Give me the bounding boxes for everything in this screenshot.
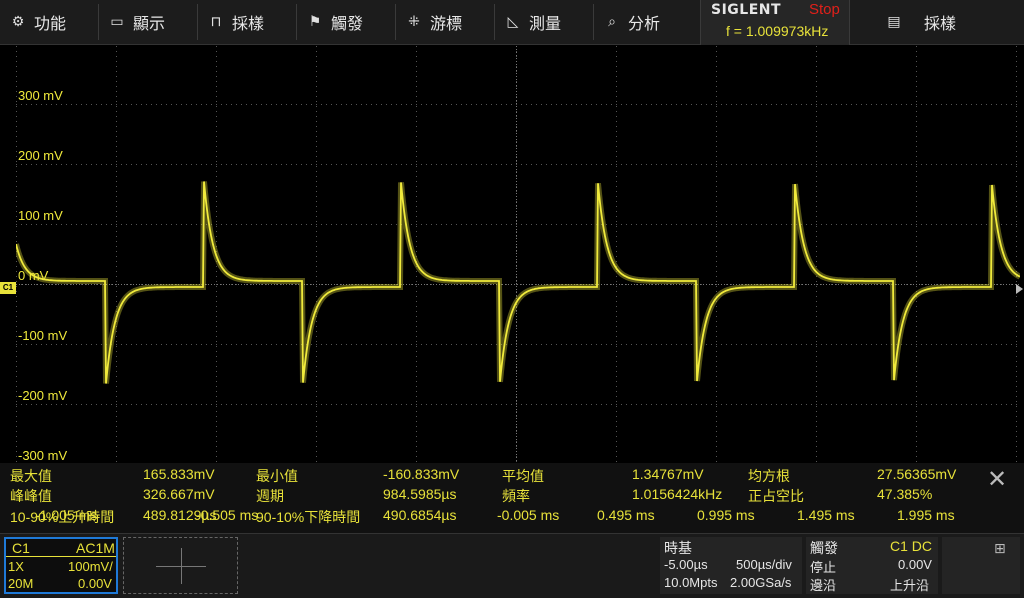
menu-display[interactable]: ▭ 顯示 bbox=[98, 0, 196, 44]
trigger-level-marker[interactable] bbox=[1016, 284, 1023, 294]
voltage-label: 0 mV bbox=[18, 268, 49, 283]
time-tick-label: 0.495 ms bbox=[597, 507, 655, 523]
channel1-offset: 0.00V bbox=[78, 576, 112, 591]
time-tick-label: 0.995 ms bbox=[697, 507, 755, 523]
measure-icon: ◺ bbox=[507, 14, 519, 30]
meas-value: 1.34767mV bbox=[632, 466, 704, 482]
menu-acquire-right[interactable]: ▤ 採樣 bbox=[878, 0, 1018, 44]
meas-label: 均方根 bbox=[748, 468, 790, 484]
time-tick-label: -0.005 ms bbox=[497, 507, 560, 523]
trigger-source: C1 DC bbox=[890, 538, 933, 554]
add-channel-slot[interactable] bbox=[123, 537, 238, 594]
run-state-indicator[interactable]: Stop bbox=[809, 1, 840, 18]
display-icon: ▭ bbox=[110, 14, 124, 30]
trigger-flag-icon: ⚑ bbox=[308, 14, 322, 30]
menu-measure-label: 測量 bbox=[529, 14, 562, 33]
menu-utility[interactable]: ⚙ 功能 bbox=[2, 0, 97, 44]
waveform-band bbox=[16, 181, 1020, 384]
meas-value: 27.56365mV bbox=[877, 466, 957, 482]
menu-utility-label: 功能 bbox=[34, 14, 67, 33]
channel1-probe: 1X bbox=[8, 559, 24, 574]
time-tick-label: -1.005 ms bbox=[35, 507, 98, 523]
menu-analyze[interactable]: ⌕ 分析 bbox=[593, 0, 696, 44]
channel1-offset-marker[interactable]: C1 bbox=[0, 282, 16, 294]
meas-label: 正占空比 bbox=[748, 488, 804, 504]
menu-measure[interactable]: ◺ 測量 bbox=[494, 0, 592, 44]
menu-cursors-label: 游標 bbox=[430, 14, 463, 33]
channel1-name: C1 bbox=[12, 540, 30, 556]
brand-logo: SIGLENT bbox=[711, 2, 782, 18]
brand-panel: SIGLENT Stop f = 1.009973kHz bbox=[700, 0, 850, 45]
timebase-scale: 500µs/div bbox=[736, 557, 792, 572]
time-tick-label: -0.505 ms bbox=[196, 507, 259, 523]
meas-label: 平均值 bbox=[502, 468, 544, 484]
meas-value: -160.833mV bbox=[383, 466, 460, 482]
menu-trigger-label: 觸發 bbox=[331, 14, 364, 33]
analyze-icon: ⌕ bbox=[608, 14, 616, 30]
time-tick-label: 1.995 ms bbox=[897, 507, 955, 523]
trigger-panel[interactable]: 觸發 C1 DC 停止 0.00V 邊沿 上升沿 bbox=[806, 537, 938, 594]
voltage-label: -100 mV bbox=[18, 328, 68, 343]
graticule bbox=[16, 46, 1020, 469]
network-icon: ⊞ bbox=[994, 541, 1006, 557]
trigger-state: 停止 bbox=[810, 560, 837, 575]
channel1-coupling: AC1M bbox=[76, 540, 115, 556]
menu-acquire[interactable]: ⊓ 採樣 bbox=[197, 0, 295, 44]
meas-value: 326.667mV bbox=[143, 486, 215, 502]
meas-value: 47.385% bbox=[877, 486, 933, 502]
waveform-display: 300 mV 200 mV 100 mV 0 mV -100 mV -200 m… bbox=[16, 46, 1020, 469]
meas-value: 984.5985µs bbox=[383, 486, 457, 502]
trigger-level: 0.00V bbox=[898, 557, 932, 572]
meas-label: 峰峰值 bbox=[10, 488, 52, 504]
crosshair-icon bbox=[156, 548, 206, 584]
timebase-panel[interactable]: 時基 -5.00µs 500µs/div 10.0Mpts 2.00GSa/s bbox=[660, 537, 802, 594]
trigger-title: 觸發 bbox=[810, 540, 838, 556]
meas-value: 1.0156424kHz bbox=[632, 486, 723, 502]
channel1-scale: 100mV/ bbox=[68, 559, 113, 574]
menu-acquire-right-label: 採樣 bbox=[924, 14, 957, 33]
voltage-label: -300 mV bbox=[18, 448, 68, 463]
gear-icon: ⚙ bbox=[11, 14, 25, 30]
menu-analyze-label: 分析 bbox=[628, 14, 661, 33]
meas-label: 週期 bbox=[256, 488, 284, 504]
network-panel[interactable] bbox=[942, 537, 1020, 594]
voltage-label: 200 mV bbox=[18, 148, 63, 163]
timebase-memory: 10.0Mpts bbox=[664, 575, 718, 590]
channel1-bandwidth: 20M bbox=[8, 576, 34, 591]
acquire-icon: ⊓ bbox=[210, 14, 222, 30]
voltage-label: 100 mV bbox=[18, 208, 63, 223]
timebase-title: 時基 bbox=[664, 540, 692, 556]
cursor-icon: ⁜ bbox=[408, 14, 420, 30]
list-icon: ▤ bbox=[887, 14, 901, 30]
voltage-label: 300 mV bbox=[18, 88, 63, 103]
time-tick-label: 1.495 ms bbox=[797, 507, 855, 523]
meas-label: 頻率 bbox=[502, 488, 530, 504]
timebase-sample-rate: 2.00GSa/s bbox=[730, 575, 792, 590]
trigger-type: 邊沿 bbox=[810, 578, 837, 593]
channel1-settings[interactable]: C1 AC1M 1X 100mV/ 20M 0.00V bbox=[4, 537, 118, 594]
meas-label: 最大值 bbox=[10, 468, 52, 484]
menu-display-label: 顯示 bbox=[133, 14, 166, 33]
menu-cursors[interactable]: ⁜ 游標 bbox=[395, 0, 493, 44]
voltage-label: -200 mV bbox=[18, 388, 68, 403]
menu-acquire-label: 採樣 bbox=[232, 14, 265, 33]
trigger-slope: 上升沿 bbox=[890, 578, 930, 593]
meas-label: 最小值 bbox=[256, 468, 298, 484]
timebase-delay: -5.00µs bbox=[664, 557, 708, 572]
frequency-counter: f = 1.009973kHz bbox=[726, 23, 829, 39]
top-menu-bar: ⚙ 功能 ▭ 顯示 ⊓ 採樣 ⚑ 觸發 ⁜ 游標 ◺ 測量 ⌕ 分析 SIGLE… bbox=[0, 0, 1024, 45]
menu-trigger[interactable]: ⚑ 觸發 bbox=[296, 0, 394, 44]
meas-label: 90-10%下降時間 bbox=[256, 509, 361, 525]
close-measurements-icon[interactable]: ✕ bbox=[985, 467, 1009, 491]
meas-value: 165.833mV bbox=[143, 466, 215, 482]
meas-value: 490.6854µs bbox=[383, 507, 457, 523]
